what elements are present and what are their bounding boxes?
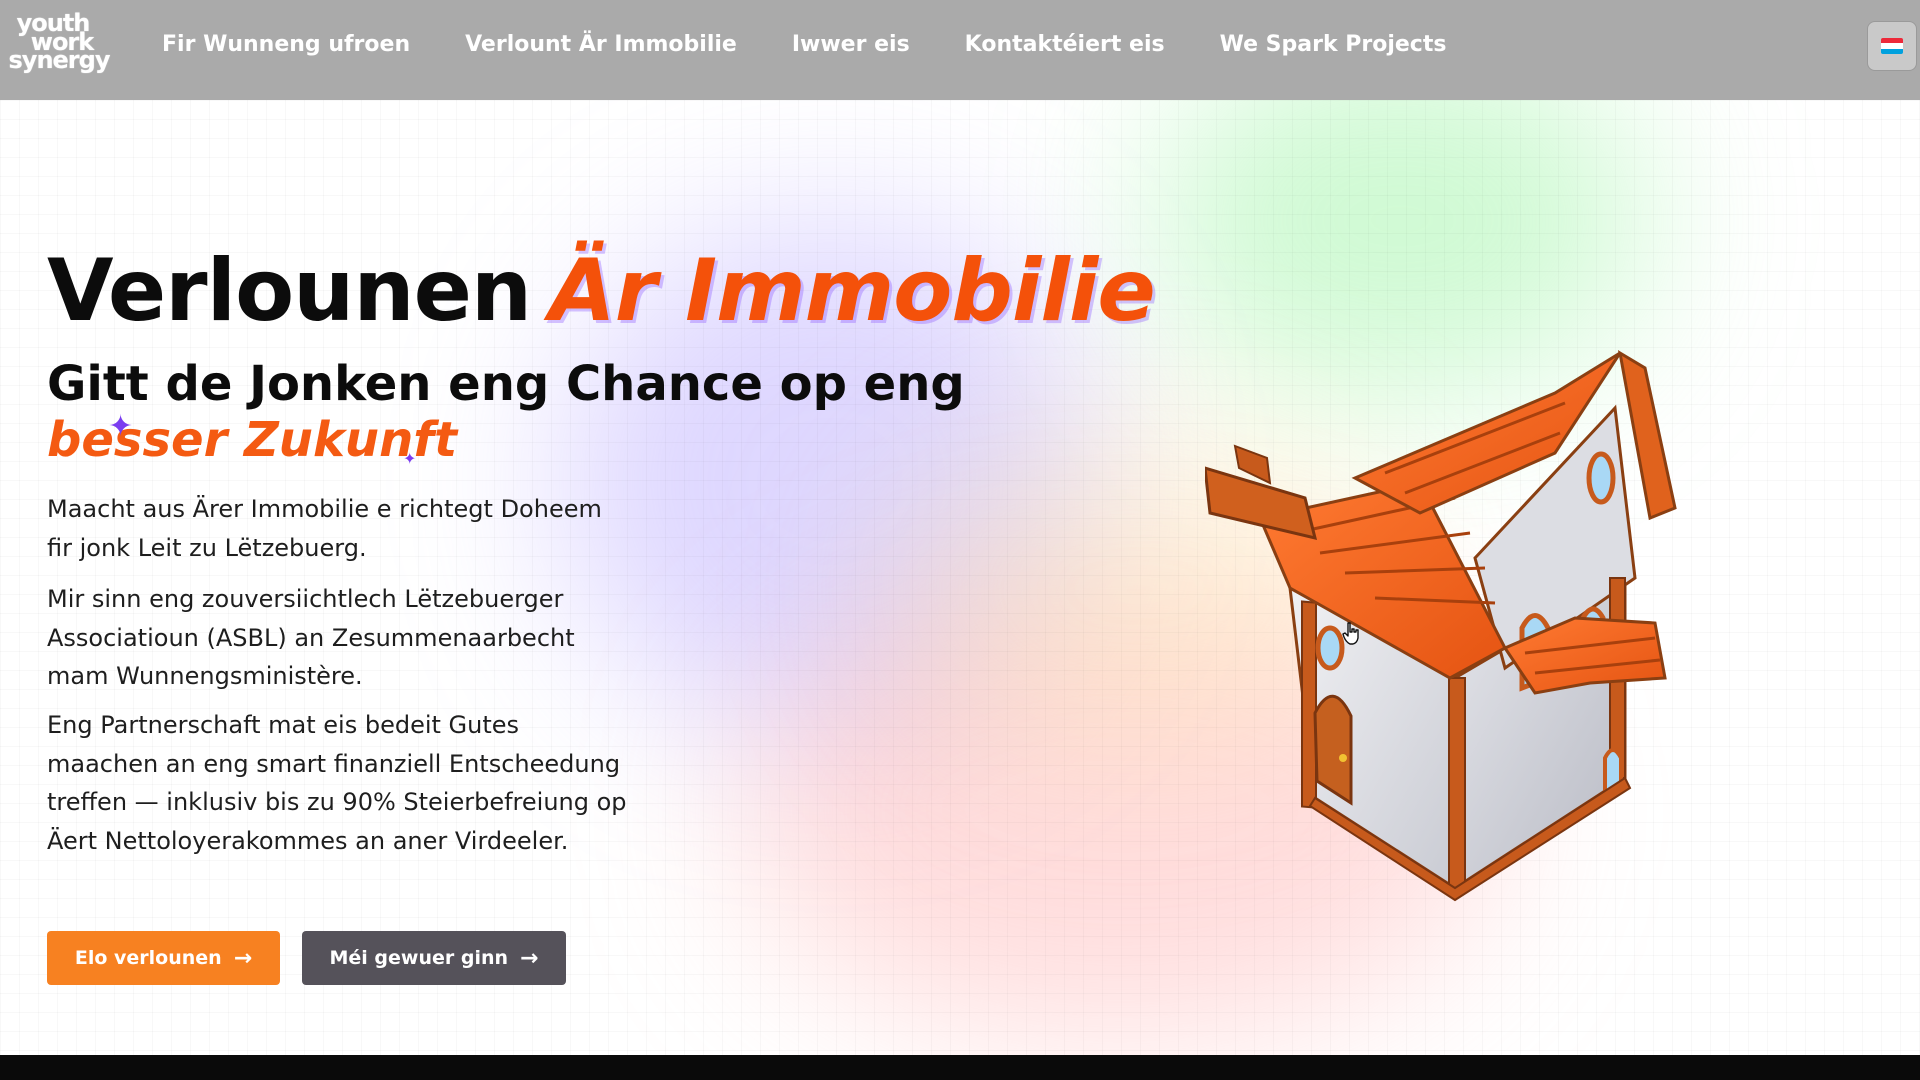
sparkle-icon: ✦ [403,449,417,468]
learn-more-button[interactable]: Méi gewuer ginn → [302,931,566,985]
hero-paragraph-benefits: Eng Partnerschaft mat eis bedeit Gutes m… [47,711,627,855]
top-navigation-bar: youth work synergy Fir Wunneng ufroen Ve… [0,0,1920,100]
nav-item-about-us[interactable]: Iwwer eis [792,27,910,63]
hero-title-main: Verlounen [47,241,532,341]
cartoon-house-illustration [1205,350,1677,902]
luxembourg-flag-icon [1881,38,1903,54]
hero-paragraph-intro: Maacht aus Ärer Immobilie e richtegt Doh… [47,495,602,562]
main-navigation: Fir Wunneng ufroen Verlount Är Immobilie… [162,27,1501,63]
nav-item-contact[interactable]: Kontaktéiert eis [965,27,1165,63]
sparkle-icon: ✦ [108,409,134,444]
learn-more-label: Méi gewuer ginn [329,947,509,969]
hero-title: Verlounen Är Immobilie [47,248,1156,334]
bottom-dark-strip [0,1055,1920,1080]
hero-title-accent: Är Immobilie [549,241,1156,341]
arrow-right-icon: → [233,945,253,971]
rent-now-button[interactable]: Elo verlounen → [47,931,280,985]
arrow-right-icon: → [520,945,539,971]
hero-subtitle: Gitt de Jonken eng Chance op eng [47,356,965,412]
nav-item-we-spark-projects[interactable]: We Spark Projects [1220,27,1447,63]
logo-line-synergy: synergy [8,46,111,75]
nav-item-housing-request[interactable]: Fir Wunneng ufroen [162,27,410,63]
nav-item-rent-property[interactable]: Verlount Är Immobilie [465,27,737,63]
hand-pointer-cursor-icon [1342,622,1359,645]
hero-section: Verlounen Är Immobilie Gitt de Jonken eng… [0,100,1920,1055]
language-switcher-button[interactable] [1867,21,1917,71]
rent-now-label: Elo verlounen [74,947,222,969]
hero-paragraph-association: Mir sinn eng zouversiichtlech Lëtzebuerg… [47,585,575,690]
youth-work-synergy-logo[interactable]: youth work synergy [6,10,114,74]
